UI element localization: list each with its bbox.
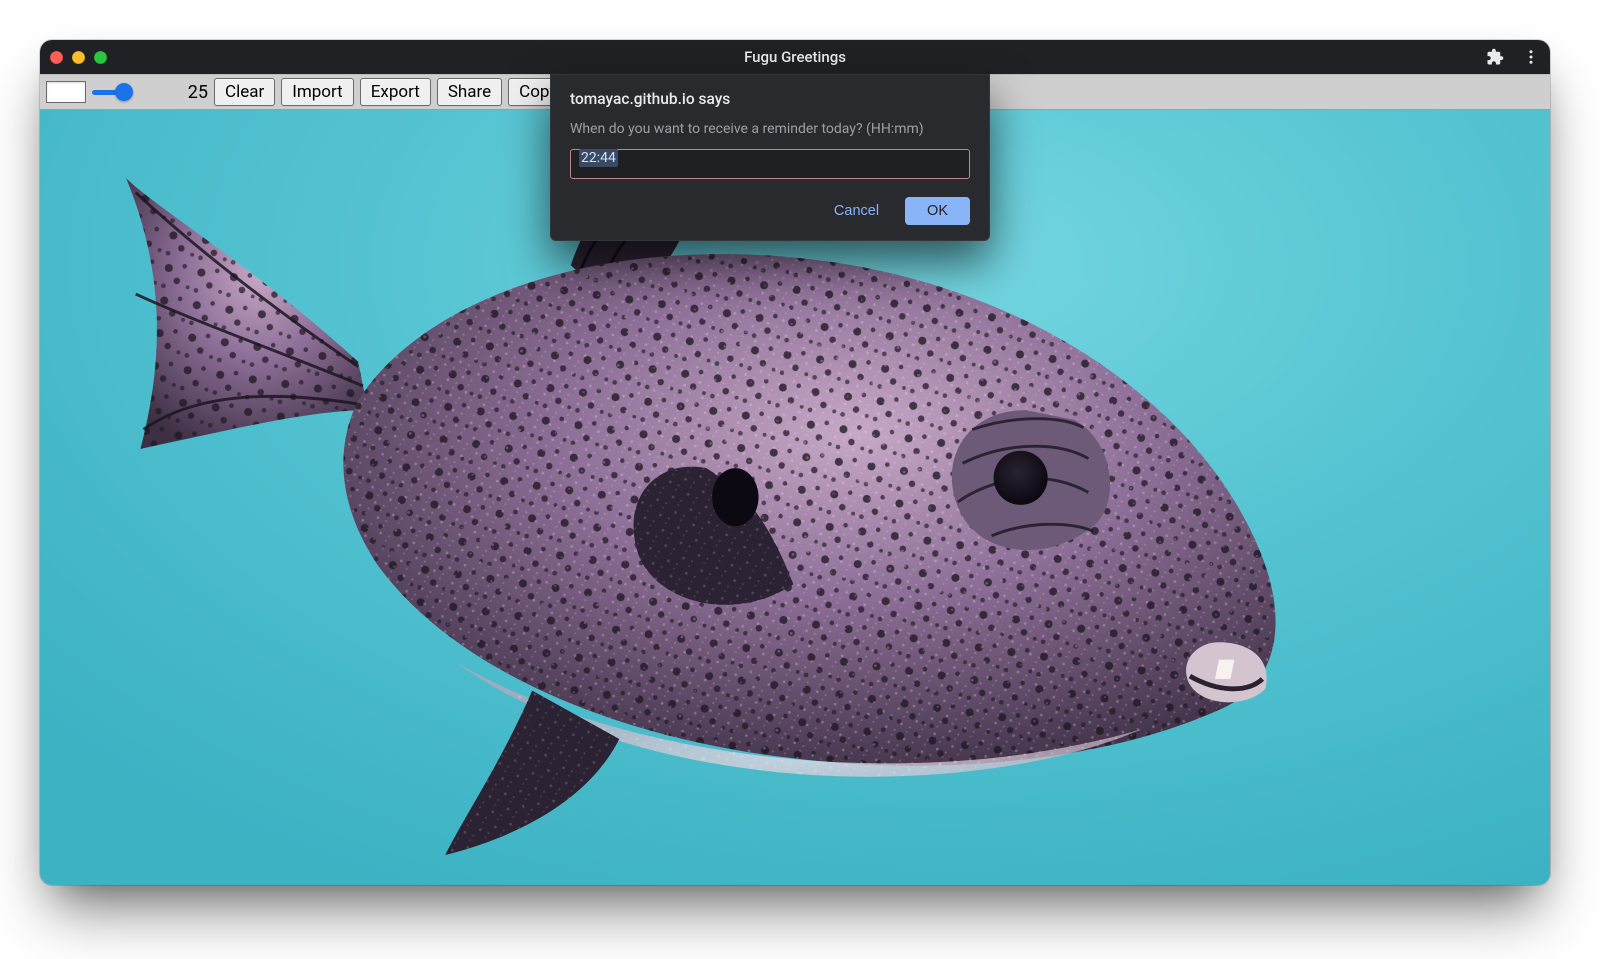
dialog-input[interactable]: 22:44: [570, 149, 970, 179]
dialog-actions: Cancel OK: [570, 197, 970, 225]
dialog-ok-button[interactable]: OK: [905, 197, 970, 225]
js-prompt-dialog: tomayac.github.io says When do you want …: [550, 74, 990, 241]
brush-size-slider[interactable]: [92, 90, 172, 95]
brush-size-value: 25: [184, 82, 208, 103]
color-swatch[interactable]: [46, 81, 86, 103]
app-window: Fugu Greetings: [40, 40, 1550, 885]
clear-button[interactable]: Clear: [214, 78, 275, 106]
window-controls: [50, 51, 107, 64]
dialog-cancel-button[interactable]: Cancel: [826, 197, 887, 225]
window-close-button[interactable]: [50, 51, 63, 64]
import-button[interactable]: Import: [281, 78, 354, 106]
dialog-message: When do you want to receive a reminder t…: [570, 120, 970, 139]
window-maximize-button[interactable]: [94, 51, 107, 64]
window-minimize-button[interactable]: [72, 51, 85, 64]
titlebar: Fugu Greetings: [40, 40, 1550, 74]
dialog-input-value: 22:44: [579, 149, 618, 167]
share-button[interactable]: Share: [437, 78, 502, 106]
kebab-menu-icon[interactable]: [1522, 48, 1540, 66]
dialog-origin: tomayac.github.io says: [570, 90, 970, 108]
window-title: Fugu Greetings: [40, 48, 1550, 66]
extensions-icon[interactable]: [1486, 48, 1504, 66]
export-button[interactable]: Export: [360, 78, 431, 106]
